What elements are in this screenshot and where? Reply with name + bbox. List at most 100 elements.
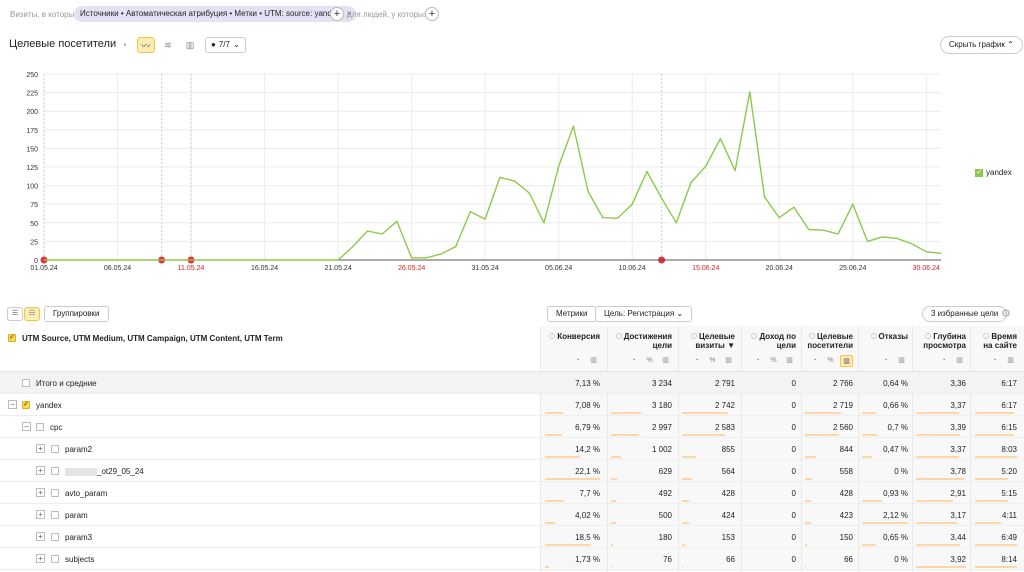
row-checkbox[interactable] (36, 423, 44, 431)
row-label[interactable]: param (65, 511, 88, 520)
stacked-area-icon[interactable]: ≋ (159, 37, 177, 53)
pie-chart-icon[interactable]: ◔ (690, 355, 703, 367)
metric-cell: 2,91 (950, 489, 966, 498)
collapse-icon[interactable]: − (8, 400, 17, 409)
percent-icon[interactable]: % (643, 355, 656, 367)
row-label[interactable]: avto_param (65, 489, 107, 498)
data-point (72, 259, 75, 261)
metric-cell: 0,7 % (887, 423, 908, 432)
row-checkbox[interactable] (51, 489, 59, 497)
bar-chart-icon[interactable]: ▥ (953, 355, 966, 367)
totals-row[interactable]: Итого и средние 7,13 % 3 234 2 791 0 2 766 0,6… (0, 372, 1024, 394)
expand-icon[interactable]: + (36, 510, 45, 519)
bar-chart-icon[interactable]: ▥ (840, 355, 853, 367)
add-people-filter-button[interactable]: + (425, 7, 439, 21)
list-view-icon[interactable]: ☰ (7, 307, 23, 321)
column-view-icons: ◔% ▥ (627, 355, 672, 367)
expand-icon[interactable]: + (36, 488, 45, 497)
expand-icon[interactable]: + (36, 444, 45, 453)
row-label[interactable]: param3 (65, 533, 92, 542)
row-label[interactable]: cpc (50, 423, 62, 432)
column-header[interactable]: Целевые посетители (807, 332, 853, 350)
column-header[interactable]: Время на сайте (983, 332, 1017, 350)
pie-chart-icon[interactable]: ◔ (627, 355, 640, 367)
metric-bar (862, 434, 878, 436)
goal-select[interactable]: Цель: Регистрация ⌄ (595, 306, 693, 322)
y-tick-label: 225 (26, 91, 38, 98)
groupings-button[interactable]: Группировки (44, 306, 109, 322)
bar-chart-icon[interactable]: ▥ (895, 355, 908, 367)
favorite-goals-button[interactable]: 3 избранные цели (922, 306, 1008, 322)
table-row[interactable]: − cpc 6,79 % 2 997 2 583 0 2 560 0,7 % 3,39 6:15 (0, 416, 1024, 438)
bar-chart-icon[interactable]: ▥ (783, 355, 796, 367)
row-checkbox[interactable]: ✓ (22, 401, 30, 409)
expand-icon[interactable]: + (36, 466, 45, 475)
table-row[interactable]: + param 4,02 % 500 424 0 423 2,12 % 3,17 4:11 (0, 504, 1024, 526)
column-header[interactable]: Доход по цели (751, 332, 796, 350)
bar-chart-icon[interactable]: ▥ (587, 355, 600, 367)
percent-icon[interactable]: % (706, 355, 719, 367)
row-checkbox[interactable] (22, 379, 30, 387)
metric-cell: 3,78 (950, 467, 966, 476)
percent-icon[interactable]: % (824, 355, 837, 367)
column-header-line1: Целевые (698, 332, 735, 341)
series-selector-dropdown[interactable]: ● 7/7 ⌄ (205, 37, 246, 53)
metric-bar (916, 544, 960, 546)
bar-chart-icon[interactable]: ▥ (659, 355, 672, 367)
row-label[interactable]: param2 (65, 445, 92, 454)
hide-chart-button[interactable]: Скрыть график ⌃ (940, 36, 1023, 54)
metric-cell: 2 791 (714, 379, 735, 388)
data-point (352, 246, 354, 248)
gear-icon[interactable]: ⚙ (1001, 307, 1011, 320)
expand-icon[interactable]: + (36, 532, 45, 541)
pie-chart-icon[interactable]: ◔ (988, 355, 1001, 367)
table-row[interactable]: + _ot29_05_24 22,1 % 629 564 0 558 0 % 3,78 5:20 (0, 460, 1024, 482)
table-row[interactable]: − ✓ yandex 7,08 % 3 180 2 742 0 2 719 0,66 % 3,37… (0, 394, 1024, 416)
row-checkbox[interactable] (51, 467, 59, 475)
select-all-checkbox[interactable]: ✓ (8, 334, 16, 342)
pie-chart-icon[interactable]: ◔ (571, 355, 584, 367)
y-tick-label: 50 (30, 221, 38, 228)
bar-chart-icon[interactable]: ▥ (722, 355, 735, 367)
pie-chart-icon[interactable]: ◔ (937, 355, 950, 367)
chart-legend[interactable]: ✓ yandex (975, 168, 1012, 177)
collapse-icon[interactable]: − (22, 422, 31, 431)
row-label[interactable]: yandex (36, 401, 62, 410)
column-header[interactable]: Глубина просмотра (923, 332, 966, 350)
segment-filter-chip[interactable]: Источники • Автоматическая атрибуция • М… (74, 6, 357, 22)
row-label[interactable]: _ot29_05_24 (65, 467, 144, 476)
column-header[interactable]: Конверсия (549, 332, 600, 341)
column-header[interactable]: Целевые визиты ▼ (690, 332, 735, 350)
line-chart-icon[interactable]: 〰 (137, 37, 155, 53)
row-label[interactable]: subjects (65, 555, 94, 564)
percent-icon[interactable]: % (767, 355, 780, 367)
metrics-button[interactable]: Метрики (547, 306, 597, 322)
tree-view-icon[interactable]: ☷ (24, 307, 40, 321)
metric-cell: 0 (791, 445, 796, 454)
add-visit-filter-button[interactable]: + (330, 7, 344, 21)
legend-label: yandex (986, 168, 1012, 177)
pie-chart-icon[interactable]: ◔ (115, 37, 133, 53)
expand-icon[interactable]: + (36, 554, 45, 563)
pie-chart-icon[interactable]: ◔ (808, 355, 821, 367)
data-point (161, 259, 163, 261)
row-checkbox[interactable] (51, 445, 59, 453)
pie-chart-icon[interactable]: ◔ (879, 355, 892, 367)
legend-checkbox[interactable]: ✓ (975, 168, 983, 177)
column-header[interactable]: Достижения цели (615, 332, 672, 350)
table-row[interactable]: + avto_param 7,7 % 492 428 0 428 0,93 % 2,91 5:15 (0, 482, 1024, 504)
bar-chart-icon[interactable]: ▥ (181, 37, 199, 53)
row-checkbox[interactable] (51, 533, 59, 541)
pie-chart-icon[interactable]: ◔ (751, 355, 764, 367)
segment-filter-text: Источники • Автоматическая атрибуция • М… (80, 9, 341, 18)
bar-chart-icon[interactable]: ▥ (1004, 355, 1017, 367)
row-checkbox[interactable] (51, 555, 59, 563)
x-tick-label: 21.05.24 (324, 265, 351, 272)
table-row[interactable]: + param2 14,2 % 1 002 855 0 844 0,47 % 3,37 8:03 (0, 438, 1024, 460)
table-row[interactable]: + subjects 1,73 % 76 66 0 66 0 % 3,92 8:14 (0, 548, 1024, 570)
x-tick-label: 16.05.24 (251, 265, 278, 272)
column-header[interactable]: Отказы (870, 332, 908, 341)
row-label[interactable]: Итого и средние (36, 379, 97, 388)
row-checkbox[interactable] (51, 511, 59, 519)
table-row[interactable]: + param3 18,5 % 180 153 0 150 0,65 % 3,44 6:49 (0, 526, 1024, 548)
